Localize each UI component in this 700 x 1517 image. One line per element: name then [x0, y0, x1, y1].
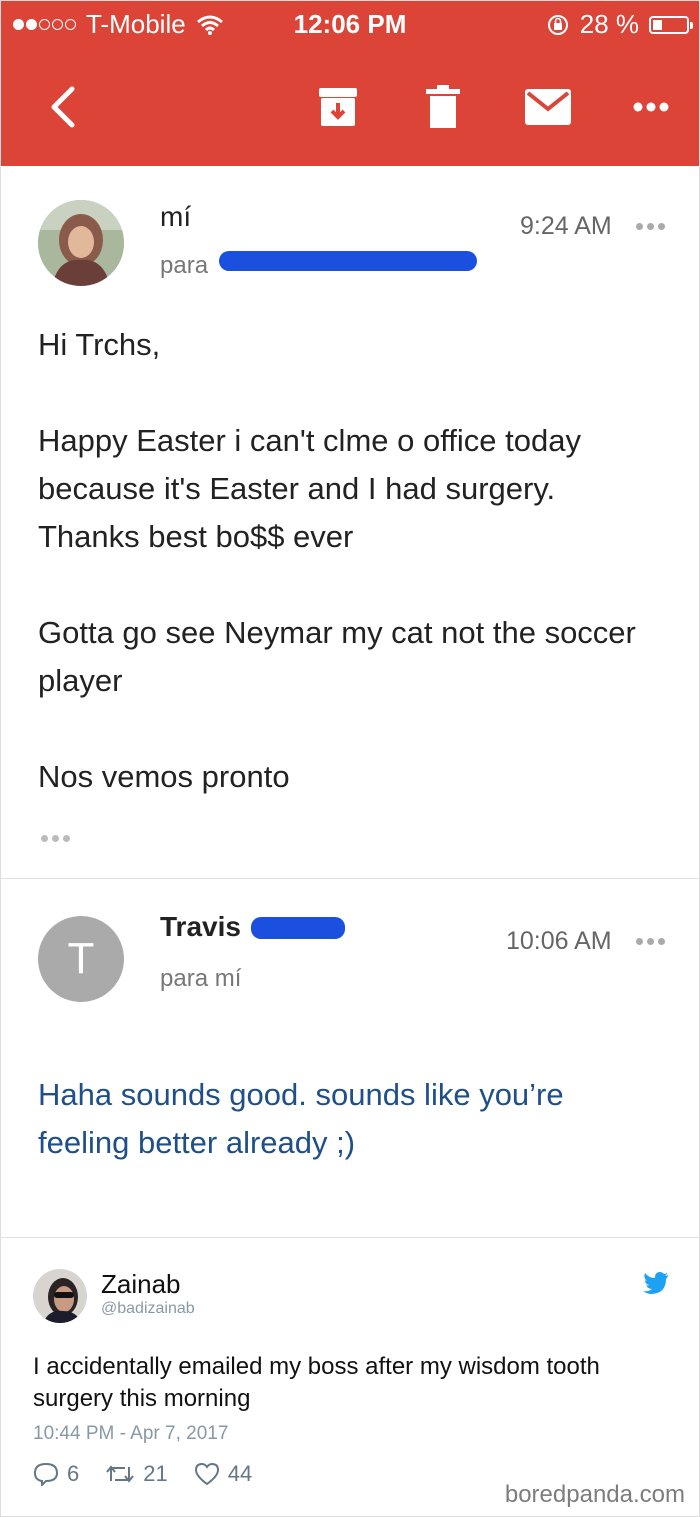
retweet-icon [106, 1465, 135, 1483]
tweet-author-name[interactable]: Zainab [101, 1269, 181, 1300]
tweet-avatar[interactable] [33, 1269, 87, 1323]
more-icon[interactable] [629, 83, 673, 131]
travis-avatar: T [38, 916, 124, 1002]
trash-icon[interactable] [423, 83, 463, 131]
archive-icon[interactable] [315, 83, 361, 131]
gmail-header: T-Mobile 12:06 PM 28 % [1, 1, 699, 166]
email-toolbar [1, 63, 699, 153]
sender-name: mí [160, 201, 192, 232]
like-action[interactable]: 44 [194, 1461, 252, 1487]
reply-action[interactable]: 6 [33, 1461, 79, 1487]
back-arrow-icon[interactable] [43, 83, 83, 131]
email1-greeting: Hi Trchs, [38, 327, 161, 362]
message-divider [1, 878, 699, 879]
watermark: boredpanda.com [504, 1481, 685, 1508]
reply-icon [33, 1462, 59, 1486]
reply-body: Haha sounds good. sounds like you’re fee… [38, 1077, 564, 1160]
tweet-text: I accidentally emailed my boss after my … [33, 1353, 600, 1412]
reply-sender-name: Travis [160, 911, 241, 942]
retweet-action[interactable]: 21 [105, 1461, 168, 1487]
redaction-mark [219, 251, 477, 271]
show-trimmed-icon[interactable] [41, 835, 74, 842]
like-count: 44 [227, 1461, 253, 1486]
rotation-lock-icon [547, 14, 568, 35]
heart-icon [194, 1462, 219, 1486]
email1-paragraph1: Happy Easter i can't clme o office today… [38, 423, 581, 554]
screenshot-frame: T-Mobile 12:06 PM 28 % mí para 9:24 AM H… [0, 0, 700, 1517]
reply-count: 6 [67, 1461, 80, 1486]
email2-time: 10:06 AM [506, 927, 612, 955]
battery-info: 28 % [546, 9, 693, 40]
retweet-count: 21 [143, 1461, 168, 1486]
email1-time: 9:24 AM [520, 212, 612, 240]
email1-paragraph2: Gotta go see Neymar my cat not the socce… [38, 615, 636, 698]
reply-recipient: para mí [160, 965, 242, 992]
tweet-author-handle[interactable]: @badizainab [101, 1300, 195, 1318]
twitter-bird-icon[interactable] [643, 1272, 669, 1294]
battery-percent: 28 % [579, 9, 639, 39]
tweet-timestamp[interactable]: 10:44 PM - Apr 7, 2017 [33, 1423, 228, 1445]
email2-more-icon[interactable] [636, 938, 669, 945]
mail-icon[interactable] [523, 83, 573, 131]
email1-paragraph3: Nos vemos pronto [38, 759, 290, 794]
avatar-letter: T [67, 934, 95, 983]
battery-icon [649, 15, 693, 34]
redaction-mark [251, 917, 345, 939]
tweet-actions: 6 21 44 [33, 1461, 278, 1487]
tweet-divider [1, 1237, 699, 1238]
email1-more-icon[interactable] [636, 223, 669, 230]
sender-avatar [38, 200, 124, 286]
recipient-prefix: para [160, 252, 209, 279]
status-bar: T-Mobile 12:06 PM 28 % [1, 1, 699, 49]
